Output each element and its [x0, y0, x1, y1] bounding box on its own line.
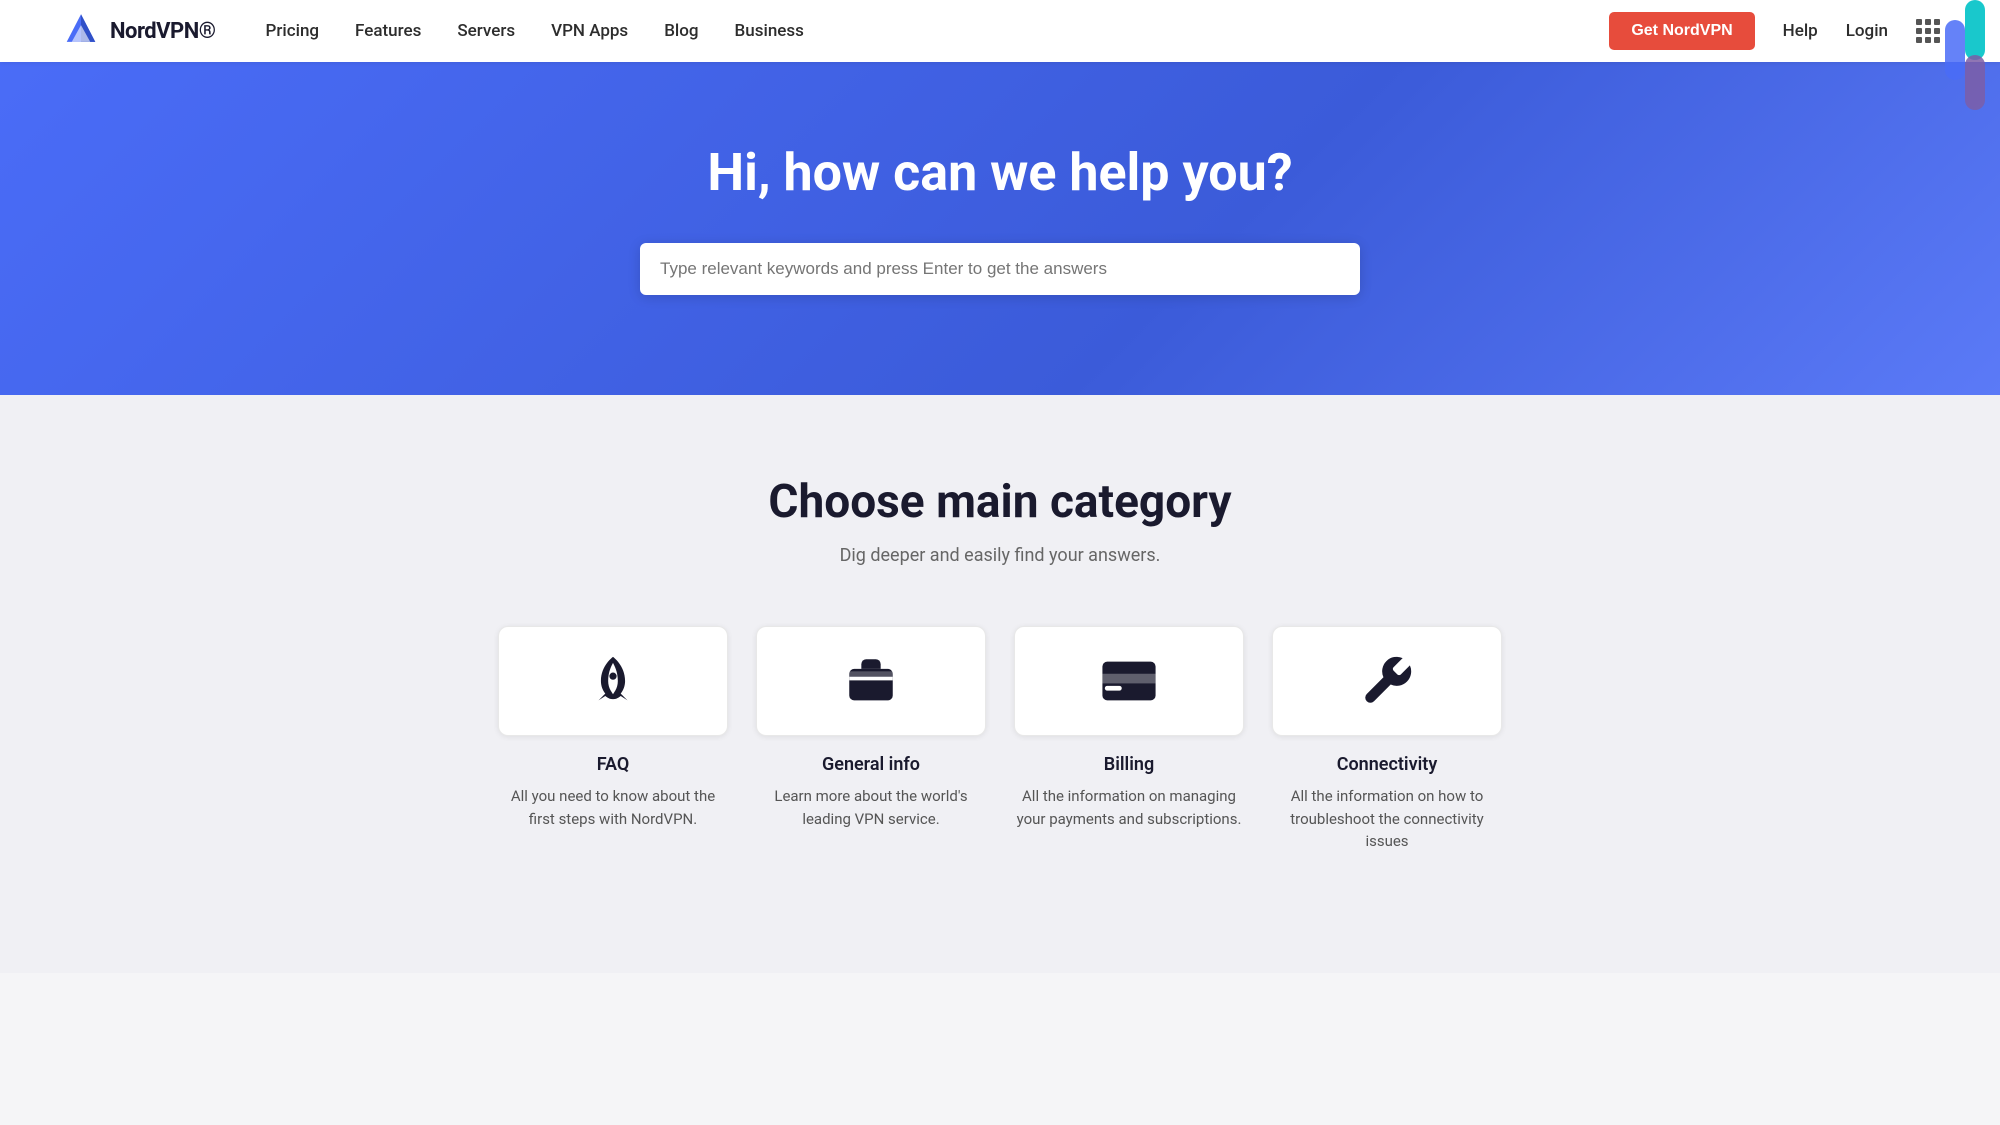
grid-dot [1934, 37, 1940, 43]
grid-dot [1925, 37, 1931, 43]
wrench-screwdriver-icon [1358, 652, 1416, 710]
navbar: NordVPN® Pricing Features Servers VPN Ap… [0, 0, 2000, 62]
get-nordvpn-button[interactable]: Get NordVPN [1609, 12, 1754, 50]
category-item-general-info: General info Learn more about the world'… [756, 626, 986, 853]
grid-dot [1925, 28, 1931, 34]
grid-dot [1925, 19, 1931, 25]
category-item-billing: Billing All the information on managing … [1014, 626, 1244, 853]
navbar-left: NordVPN® Pricing Features Servers VPN Ap… [60, 10, 804, 52]
help-link[interactable]: Help [1783, 21, 1818, 41]
grid-dot [1916, 19, 1922, 25]
category-name-faq: FAQ [597, 754, 630, 775]
category-card-general-info[interactable] [756, 626, 986, 736]
nav-link-vpn-apps[interactable]: VPN Apps [551, 21, 628, 41]
category-desc-connectivity: All the information on how to troublesho… [1272, 785, 1502, 853]
nav-links: Pricing Features Servers VPN Apps Blog B… [266, 21, 804, 41]
logo[interactable]: NordVPN® [60, 10, 216, 52]
logo-text: NordVPN® [110, 19, 216, 44]
nordvpn-logo-icon [60, 10, 102, 52]
apps-grid-icon[interactable] [1916, 19, 1940, 43]
nav-link-pricing[interactable]: Pricing [266, 21, 320, 41]
section-title: Choose main category [768, 475, 1231, 529]
category-desc-general-info: Learn more about the world's leading VPN… [756, 785, 986, 830]
nav-link-servers[interactable]: Servers [457, 21, 515, 41]
grid-dot [1934, 19, 1940, 25]
category-item-faq: FAQ All you need to know about the first… [498, 626, 728, 853]
credit-card-icon [1100, 652, 1158, 710]
search-bar [640, 243, 1360, 295]
nav-link-business[interactable]: Business [735, 21, 804, 41]
main-content: Choose main category Dig deeper and easi… [0, 395, 2000, 973]
section-subtitle: Dig deeper and easily find your answers. [840, 545, 1161, 566]
categories-grid: FAQ All you need to know about the first… [498, 626, 1502, 853]
category-card-connectivity[interactable] [1272, 626, 1502, 736]
briefcase-icon [842, 652, 900, 710]
nav-link-features[interactable]: Features [355, 21, 421, 41]
category-card-billing[interactable] [1014, 626, 1244, 736]
grid-dot [1934, 28, 1940, 34]
nav-link-blog[interactable]: Blog [664, 21, 698, 41]
navbar-right: Get NordVPN Help Login [1609, 12, 1940, 50]
grid-dot [1916, 28, 1922, 34]
category-name-billing: Billing [1104, 754, 1154, 775]
category-card-faq[interactable] [498, 626, 728, 736]
search-input[interactable] [660, 259, 1340, 279]
grid-dot [1916, 37, 1922, 43]
category-item-connectivity: Connectivity All the information on how … [1272, 626, 1502, 853]
hero-title: Hi, how can we help you? [707, 142, 1292, 203]
category-desc-billing: All the information on managing your pay… [1014, 785, 1244, 830]
category-desc-faq: All you need to know about the first ste… [498, 785, 728, 830]
login-link[interactable]: Login [1846, 21, 1888, 41]
category-name-connectivity: Connectivity [1337, 754, 1438, 775]
rocket-icon [584, 652, 642, 710]
category-name-general-info: General info [822, 754, 920, 775]
hero-section: Hi, how can we help you? [0, 62, 2000, 395]
